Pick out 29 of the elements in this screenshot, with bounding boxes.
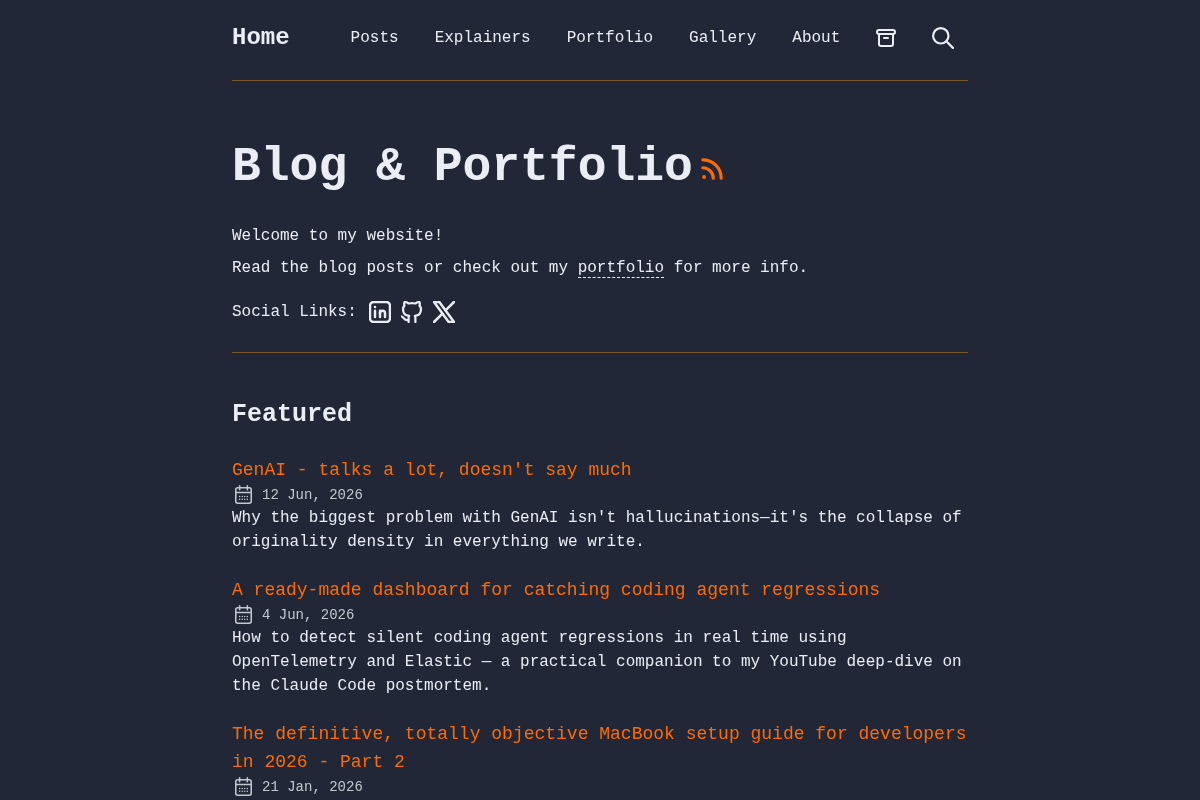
post-date: 12 Jun, 2026 [262, 485, 363, 505]
nav-link[interactable]: Gallery [689, 26, 757, 50]
post-title-link[interactable]: The definitive, totally objective MacBook setup guide for developers in 2026 - Part 2 [232, 720, 968, 776]
post-description: Why the biggest problem with GenAI isn't hallucinations—it's the collapse of originality density in everything we write. [232, 508, 963, 553]
page-title: Blog & Portfolio [232, 140, 693, 194]
linkedin-icon[interactable] [368, 301, 391, 323]
rss-feed-icon[interactable] [700, 158, 723, 180]
archive-box-icon[interactable] [876, 29, 897, 47]
github-icon[interactable] [400, 301, 423, 323]
calendar-icon [235, 605, 252, 624]
x-logo-icon[interactable] [432, 301, 455, 323]
nav-link[interactable]: Portfolio [566, 26, 654, 50]
home-link[interactable]: Home [232, 22, 290, 54]
nav-link[interactable]: Posts [350, 26, 399, 50]
intro-text: Read the blog posts or check out my portfolio for more info. [232, 258, 810, 280]
post-description: How to detect silent coding agent regressions in real time using OpenTelemetry and Elastic — a practical companion to my YouTube deep-dive on the Claude Code postmortem. [232, 628, 963, 697]
nav-link[interactable]: About [792, 26, 841, 50]
social-links-label: Social Links: [232, 302, 357, 323]
post-date: 4 Jun, 2026 [262, 605, 355, 625]
portfolio-link[interactable]: portfolio [577, 259, 665, 278]
calendar-icon [235, 777, 252, 796]
post-title-link[interactable]: GenAI - talks a lot, doesn't say much [232, 456, 968, 484]
calendar-icon [235, 485, 252, 504]
section-heading: Featured [232, 399, 354, 431]
post-date: 21 Jan, 2026 [262, 777, 363, 797]
nav-link[interactable]: Explainers [434, 26, 531, 50]
search-icon[interactable] [932, 27, 955, 49]
welcome-text: Welcome to my website! [232, 226, 445, 247]
post-title-link[interactable]: A ready-made dashboard for catching coding agent regressions [232, 576, 968, 604]
